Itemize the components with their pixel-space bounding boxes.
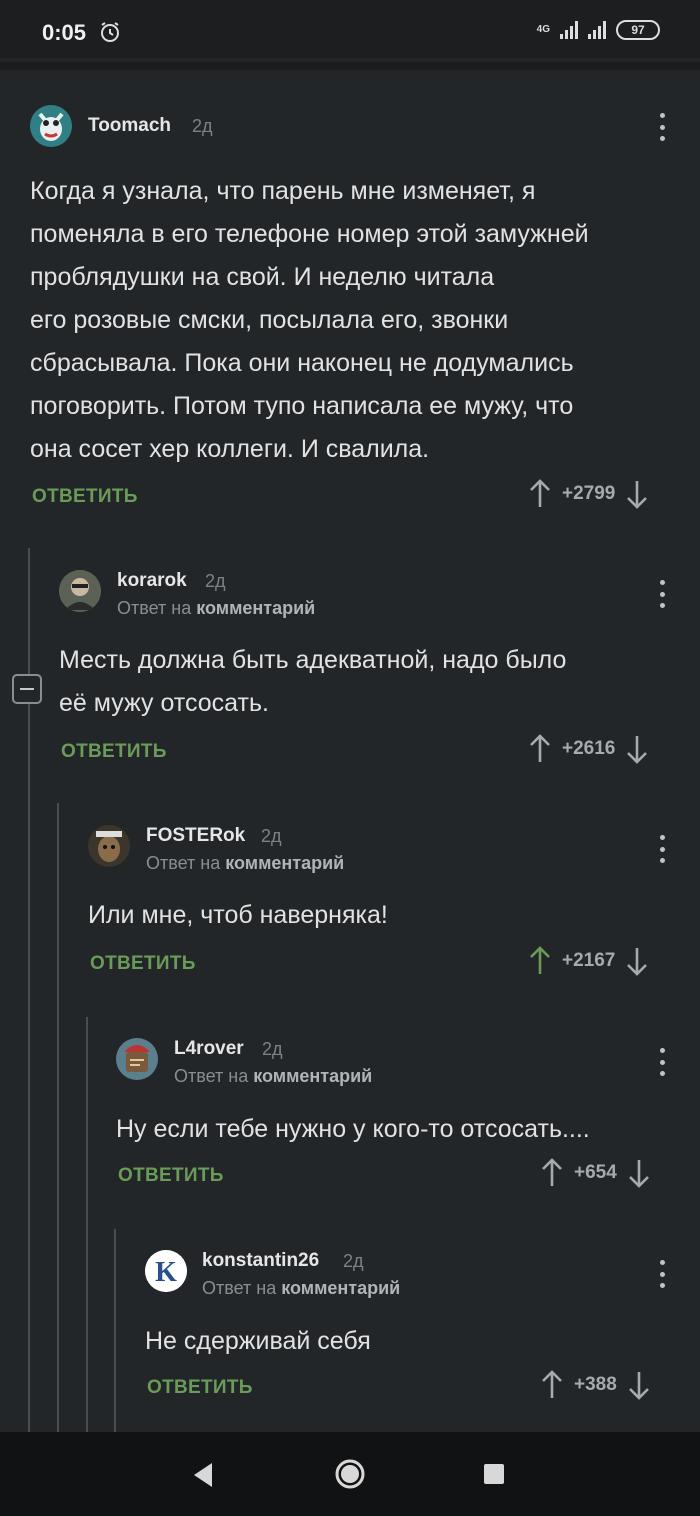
reply-button[interactable]: ОТВЕТИТЬ [147, 1377, 253, 1399]
more-options-icon[interactable] [658, 113, 666, 141]
username[interactable]: L4rover [174, 1038, 244, 1060]
top-divider [0, 62, 700, 70]
downvote-arrow-icon[interactable] [625, 946, 649, 976]
vote-score: +654 [574, 1162, 617, 1183]
signal-icon-2 [588, 21, 606, 39]
battery-icon: 97 [616, 20, 660, 40]
status-time: 0:05 [42, 20, 87, 45]
username[interactable]: Toomach [88, 115, 171, 137]
thread-line-2[interactable] [57, 803, 59, 1432]
recent-apps-icon[interactable] [484, 1464, 504, 1484]
reply-to-label[interactable]: Ответ на комментарий [146, 853, 344, 874]
reply-button[interactable]: ОТВЕТИТЬ [90, 953, 196, 975]
username[interactable]: FOSTERok [146, 825, 245, 847]
network-type: 4G [536, 24, 550, 35]
upvote-arrow-icon[interactable] [540, 1158, 564, 1188]
system-navigation-bar [0, 1432, 700, 1516]
reply-to-label[interactable]: Ответ на комментарий [174, 1066, 372, 1087]
comment-l4rover: L4rover 2д Ответ на комментарий Ну если … [116, 1038, 678, 1198]
avatar[interactable] [116, 1038, 158, 1080]
reply-button[interactable]: ОТВЕТИТЬ [32, 486, 138, 508]
comment-text: Ну если тебе нужно у кого-то отсосать...… [116, 1115, 590, 1143]
alarm-icon [98, 20, 122, 49]
reply-button[interactable]: ОТВЕТИТЬ [118, 1165, 224, 1187]
back-icon[interactable] [192, 1462, 214, 1493]
home-icon[interactable] [334, 1458, 366, 1495]
username[interactable]: konstantin26 [202, 1250, 319, 1272]
upvote-arrow-icon[interactable] [528, 734, 552, 764]
avatar[interactable] [30, 105, 72, 147]
upvote-arrow-icon[interactable] [540, 1370, 564, 1400]
vote-score: +2167 [562, 950, 616, 971]
vote-controls: +654 [540, 1158, 651, 1188]
vote-controls: +388 [540, 1370, 651, 1400]
vote-controls: +2167 [528, 946, 649, 976]
downvote-arrow-icon[interactable] [625, 479, 649, 509]
reply-to-label[interactable]: Ответ на комментарий [202, 1278, 400, 1299]
comment-time: 2д [205, 571, 226, 591]
comment-fosterok: FOSTERok 2д Ответ на комментарий Или мне… [88, 825, 678, 985]
vote-controls: +2799 [528, 479, 649, 509]
comment-text: Или мне, чтоб наверняка! [88, 901, 388, 929]
thread-line-4[interactable] [114, 1229, 116, 1432]
comment-time: 2д [343, 1251, 364, 1271]
more-options-icon[interactable] [658, 1260, 666, 1288]
downvote-arrow-icon[interactable] [627, 1158, 651, 1188]
thread-line-3[interactable] [86, 1017, 88, 1432]
status-indicators: 4G 97 [537, 20, 660, 40]
vote-score: +388 [574, 1374, 617, 1395]
svg-text:K: K [155, 1257, 177, 1288]
downvote-arrow-icon[interactable] [625, 734, 649, 764]
signal-icon [560, 21, 578, 39]
comment-text: Месть должна быть адекватной, надо было … [59, 646, 567, 717]
avatar[interactable]: K [145, 1250, 187, 1292]
comment-text: Когда я узнала, что парень мне изменяет,… [30, 177, 589, 463]
comment-time: 2д [262, 1039, 283, 1059]
comment-time: 2д [192, 116, 213, 136]
comment-toomach: Toomach 2д Когда я узнала, что парень мн… [30, 105, 680, 525]
reply-button[interactable]: ОТВЕТИТЬ [61, 741, 167, 763]
comment-text: Не сдерживай себя [145, 1327, 371, 1355]
status-bar: 0:05 4G 97 [0, 0, 700, 58]
more-options-icon[interactable] [658, 580, 666, 608]
comment-time: 2д [261, 826, 282, 846]
more-options-icon[interactable] [658, 835, 666, 863]
avatar[interactable] [59, 570, 101, 612]
vote-score: +2616 [562, 738, 616, 759]
vote-controls: +2616 [528, 734, 649, 764]
collapse-thread-button[interactable] [12, 674, 42, 704]
upvote-arrow-icon[interactable] [528, 946, 552, 976]
reply-to-label[interactable]: Ответ на комментарий [117, 598, 315, 619]
username[interactable]: korarok [117, 570, 187, 592]
avatar[interactable] [88, 825, 130, 867]
more-options-icon[interactable] [658, 1048, 666, 1076]
comment-korarok: korarok 2д Ответ на комментарий Месть до… [59, 570, 679, 780]
vote-score: +2799 [562, 483, 616, 504]
upvote-arrow-icon[interactable] [528, 479, 552, 509]
comment-konstantin26: K konstantin26 2д Ответ на комментарий Н… [145, 1250, 679, 1410]
downvote-arrow-icon[interactable] [627, 1370, 651, 1400]
